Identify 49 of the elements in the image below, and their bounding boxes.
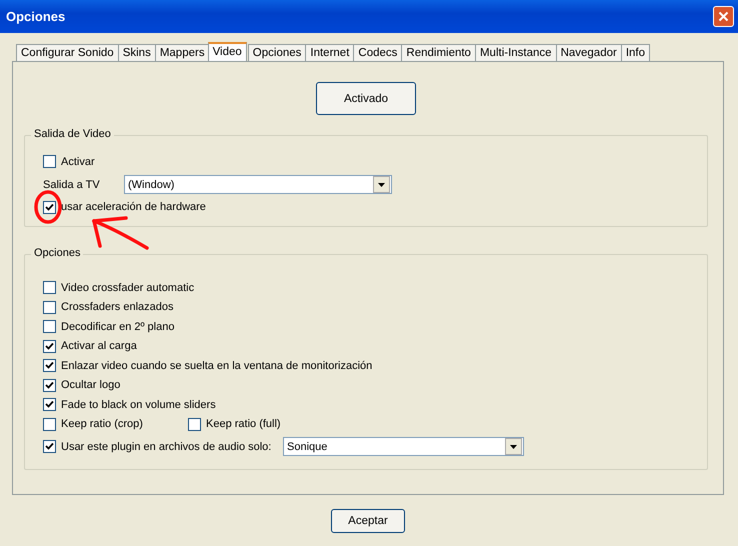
checkbox-label: Fade to black on volume sliders xyxy=(61,398,216,411)
checkbox-label: Crossfaders enlazados xyxy=(61,301,174,314)
tab[interactable]: Codecs xyxy=(353,44,402,61)
group-title: Opciones xyxy=(31,247,84,259)
tab[interactable]: Rendimiento xyxy=(401,44,476,61)
dropdown-arrow-icon[interactable] xyxy=(378,182,385,186)
checkbox[interactable] xyxy=(43,300,56,314)
checkbox-label: Keep ratio (full) xyxy=(206,418,281,430)
checkbox-label: Ocultar logo xyxy=(61,379,120,392)
tab[interactable]: Info xyxy=(620,44,650,61)
dropdown[interactable]: Sonique xyxy=(283,437,524,456)
checkbox[interactable] xyxy=(43,378,56,392)
checkbox[interactable] xyxy=(43,440,56,453)
checkbox-label: Enlazar video cuando se suelta en la ventana de monitorización xyxy=(61,360,372,372)
checkbox[interactable] xyxy=(43,398,56,412)
tab[interactable]: Navegador xyxy=(556,44,622,61)
checkbox[interactable] xyxy=(43,200,56,214)
activado-button[interactable]: Activado xyxy=(316,82,416,115)
checkbox-label: usar aceleración de hardware xyxy=(61,201,206,214)
checkbox-label: Decodificar en 2º plano xyxy=(61,320,174,333)
close-icon[interactable] xyxy=(718,11,729,22)
checkbox[interactable] xyxy=(43,340,56,353)
checkbox[interactable] xyxy=(43,281,56,294)
dropdown[interactable]: (Window) xyxy=(124,175,392,194)
annotation-arrow xyxy=(92,216,149,250)
checkbox-label: Video crossfader automatic xyxy=(61,282,194,294)
group-title: Salida de Video xyxy=(31,128,114,140)
tab[interactable]: Mappers xyxy=(154,44,210,61)
tab[interactable]: Opciones xyxy=(248,44,306,61)
checkbox-label: Keep ratio (crop) xyxy=(61,418,143,430)
checkbox[interactable] xyxy=(43,359,56,372)
tab[interactable]: Configurar Sonido xyxy=(16,44,119,61)
checkbox[interactable] xyxy=(43,320,56,334)
checkbox[interactable] xyxy=(43,155,56,168)
checkbox-label: Activar xyxy=(61,156,95,168)
checkbox-label: Usar este plugin en archivos de audio solo: xyxy=(61,440,272,452)
tab[interactable]: Video xyxy=(208,42,247,61)
tab[interactable]: Skins xyxy=(118,44,156,61)
highlight-circle xyxy=(34,190,62,224)
tab[interactable]: Internet xyxy=(305,44,354,61)
close-button[interactable] xyxy=(713,6,734,27)
tab[interactable]: Multi-Instance xyxy=(474,44,557,61)
checkbox[interactable] xyxy=(188,418,201,431)
checkbox[interactable] xyxy=(43,418,56,431)
checkbox-label: Activar al carga xyxy=(61,340,137,352)
aceptar-button[interactable]: Aceptar xyxy=(331,508,405,532)
window-title: Opciones xyxy=(6,9,66,24)
field-label: Salida a TV xyxy=(43,178,101,190)
dropdown-arrow-icon[interactable] xyxy=(510,444,517,448)
